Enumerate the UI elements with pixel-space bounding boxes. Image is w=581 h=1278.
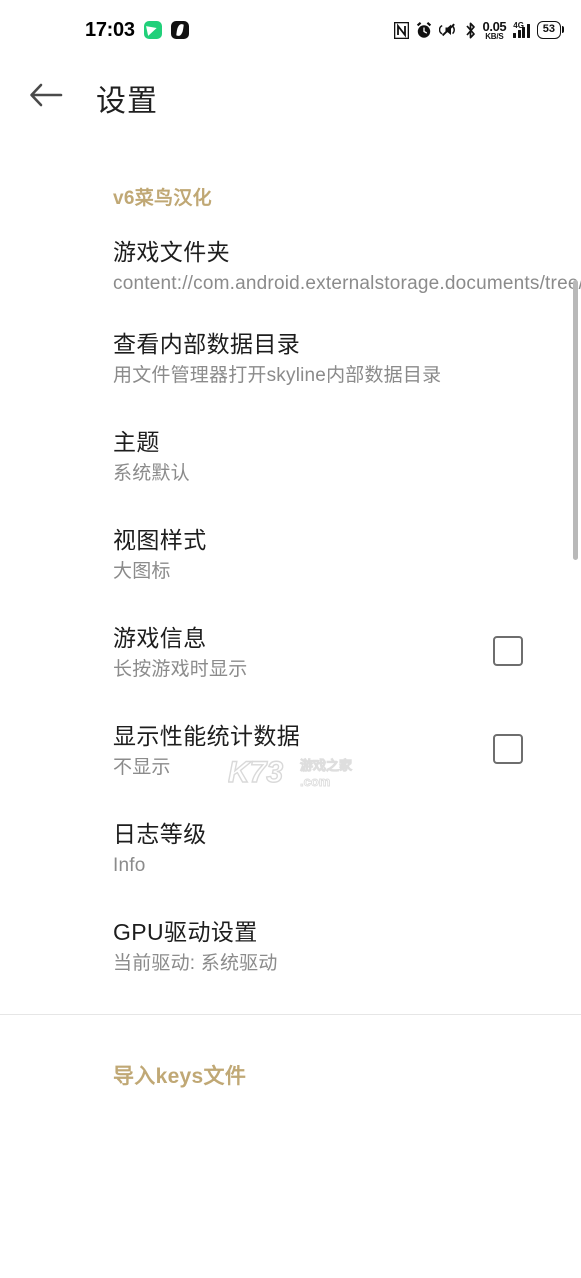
setting-item-text: 游戏文件夹 content://com.android.externalstor… [113,238,581,296]
data-rate-value: 0.05 [482,18,507,34]
data-rate-unit: KB/S [485,31,504,41]
status-bar-clock: 17:03 [85,18,135,41]
setting-item-subtitle: content://com.android.externalstorage.do… [113,272,581,294]
setting-item-title: 视图样式 [113,527,207,554]
setting-item-title: 游戏信息 [113,625,207,652]
checkbox-wrapper[interactable] [493,624,581,667]
game-info-checkbox[interactable] [493,636,523,667]
status-bar-left: 17:03 [0,19,189,42]
alarm-icon [416,21,432,39]
mute-icon [438,22,458,38]
status-bar-right: 0.05 KB/S 4G 53 [393,20,564,41]
setting-item-text: 显示性能统计数据 不显示 [113,722,493,780]
setting-item-title: 日志等级 [113,821,207,848]
setting-item-text: 视图样式 大图标 [113,526,581,584]
setting-item-view-internal-data[interactable]: 查看内部数据目录 用文件管理器打开skyline内部数据目录 [0,330,581,388]
setting-item-log-level[interactable]: 日志等级 Info [0,820,581,878]
setting-item-perf-stats[interactable]: 显示性能统计数据 不显示 [0,722,581,780]
setting-item-title: GPU驱动设置 [113,919,258,946]
setting-item-title: 游戏文件夹 [113,239,230,265]
setting-item-text: 游戏信息 长按游戏时显示 [113,624,493,682]
signal-strength-icon: 4G [513,21,530,38]
setting-item-subtitle: 大图标 [113,560,171,582]
app-bar: 设置 [0,60,581,135]
setting-item-subtitle: 当前驱动: 系统驱动 [113,952,278,974]
setting-item-text: 日志等级 Info [113,820,581,878]
scrollbar-thumb[interactable] [573,280,578,560]
setting-item-title: 主题 [113,429,160,456]
setting-item-subtitle: 用文件管理器打开skyline内部数据目录 [113,364,442,386]
nfc-icon [393,21,409,39]
setting-item-view-style[interactable]: 视图样式 大图标 [0,526,581,584]
setting-item-game-folder[interactable]: 游戏文件夹 content://com.android.externalstor… [0,238,581,296]
perf-stats-checkbox[interactable] [493,734,523,765]
section-header-localization: v6菜鸟汉化 [113,188,212,209]
setting-item-text: 主题 系统默认 [113,428,581,486]
import-keys-button[interactable]: 导入keys文件 [0,1060,581,1090]
checkbox-wrapper[interactable] [493,722,581,765]
back-arrow-icon [29,82,63,113]
setting-item-gpu-driver[interactable]: GPU驱动设置 当前驱动: 系统驱动 [0,918,581,976]
network-type-label: 4G [513,21,524,30]
setting-item-subtitle: 不显示 [113,756,171,778]
data-rate-indicator: 0.05 KB/S [483,20,507,41]
setting-item-title: 查看内部数据目录 [113,331,301,358]
green-app-icon [143,21,162,39]
black-app-icon [170,21,189,39]
setting-item-text: 查看内部数据目录 用文件管理器打开skyline内部数据目录 [113,330,581,388]
setting-item-theme[interactable]: 主题 系统默认 [0,428,581,486]
section-divider [0,1014,581,1016]
setting-item-subtitle: 系统默认 [113,462,190,484]
setting-item-subtitle: 长按游戏时显示 [113,658,248,680]
setting-item-text: GPU驱动设置 当前驱动: 系统驱动 [113,918,581,976]
page-title: 设置 [96,84,158,118]
status-bar: 17:03 0.05 KB/S 4G 53 [0,0,581,60]
settings-scroll-area[interactable]: v6菜鸟汉化 游戏文件夹 content://com.android.exter… [0,135,581,1278]
battery-indicator: 53 [536,21,564,39]
bluetooth-icon [465,22,476,39]
setting-item-title: 显示性能统计数据 [113,723,301,750]
back-button[interactable] [18,70,74,126]
setting-item-game-info[interactable]: 游戏信息 长按游戏时显示 [0,624,581,682]
setting-item-subtitle: Info [113,854,146,876]
